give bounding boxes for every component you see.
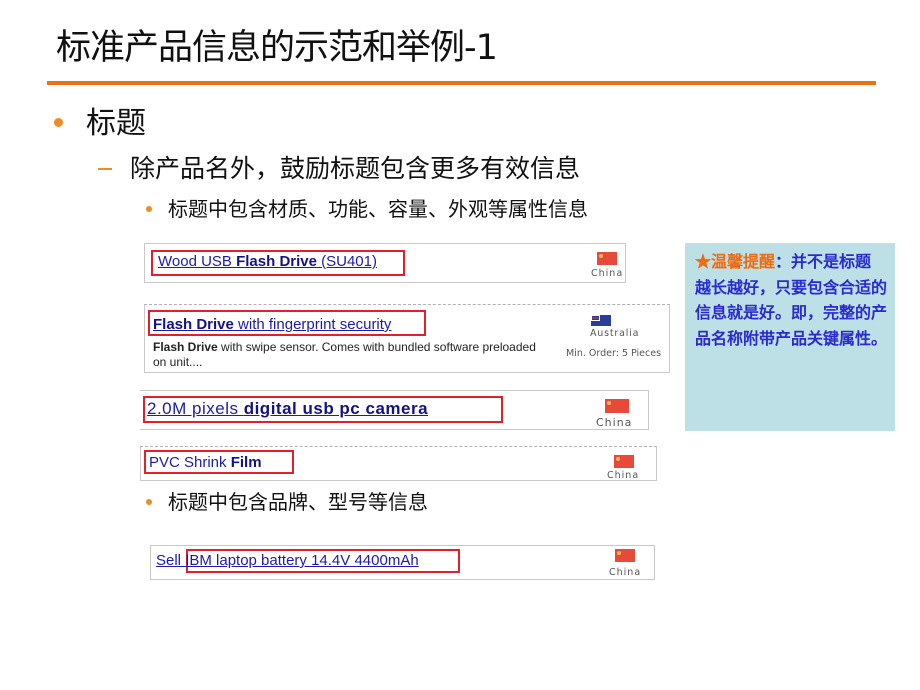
country-label: China bbox=[591, 268, 624, 279]
china-flag-icon bbox=[615, 549, 635, 562]
listing-title-link[interactable]: Flash Drive with fingerprint security bbox=[153, 316, 391, 333]
bullet-text: 标题 bbox=[86, 106, 146, 141]
title-divider bbox=[47, 81, 876, 85]
listing-title-link[interactable]: 2.0M pixels digital usb pc camera bbox=[147, 399, 428, 419]
australia-flag-icon bbox=[591, 315, 611, 326]
slide-title: 标准产品信息的示范和举例-1 bbox=[56, 28, 498, 68]
listing-title-link[interactable]: Wood USB Flash Drive (SU401) bbox=[158, 253, 377, 270]
title-prefix: Sell bbox=[156, 552, 186, 569]
listing-title-link[interactable]: PVC Shrink Film bbox=[149, 454, 262, 471]
title-keyword: Flash Drive bbox=[153, 316, 234, 333]
title-part: Wood USB bbox=[158, 253, 237, 270]
example-listing-camera: 2.0M pixels digital usb pc camera China bbox=[140, 390, 649, 430]
bullet-dot-icon bbox=[54, 118, 63, 127]
listing-title-link[interactable]: Sell IBM laptop battery 14.4V 4400mAh bbox=[156, 552, 419, 569]
tip-heading: 温馨提醒 bbox=[711, 252, 776, 271]
title-part: with fingerprint security bbox=[233, 316, 392, 333]
bullet-dot-icon bbox=[146, 499, 152, 505]
example-listing-fingerprint: Flash Drive with fingerprint security Fl… bbox=[144, 304, 670, 373]
dash-bullet-icon bbox=[98, 168, 112, 170]
title-part: PVC Shrink bbox=[149, 454, 231, 471]
star-icon: ★ bbox=[695, 252, 712, 271]
example-listing-pvc-film: PVC Shrink Film China bbox=[140, 446, 657, 481]
china-flag-icon bbox=[597, 252, 617, 265]
china-flag-icon bbox=[614, 455, 634, 468]
tip-callout: ★温馨提醒：并不是标题越长越好，只要包含合适的信息就是好。即，完整的产品名称附带… bbox=[685, 243, 895, 431]
title-keyword: digital usb pc camera bbox=[243, 399, 429, 418]
title-keyword: Film bbox=[230, 454, 262, 471]
country-label: China bbox=[609, 567, 642, 578]
min-order-label: Min. Order: 5 Pieces bbox=[566, 348, 662, 359]
title-highlight: IBM laptop battery 14.4V 4400mAh bbox=[185, 552, 419, 569]
china-flag-icon bbox=[605, 399, 629, 413]
country-label: China bbox=[607, 470, 640, 481]
title-keyword: Flash Drive bbox=[236, 253, 317, 270]
bullet-dot-icon bbox=[146, 206, 152, 212]
title-part: 2.0M pixels bbox=[147, 399, 244, 418]
title-part: (SU401) bbox=[316, 253, 377, 270]
country-label: China bbox=[596, 416, 633, 429]
country-label: Australia bbox=[590, 328, 640, 339]
sub-bullet-text: 除产品名外，鼓励标题包含更多有效信息 bbox=[130, 154, 581, 183]
example-listing-wood-usb: Wood USB Flash Drive (SU401) China bbox=[144, 243, 626, 283]
sub-sub-bullet-text: 标题中包含品牌、型号等信息 bbox=[168, 490, 428, 514]
sub-sub-bullet-text: 标题中包含材质、功能、容量、外观等属性信息 bbox=[168, 197, 588, 221]
example-listing-ibm-battery: Sell IBM laptop battery 14.4V 4400mAh Ch… bbox=[150, 545, 655, 580]
desc-keyword: Flash Drive bbox=[153, 340, 218, 354]
listing-description: Flash Drive with swipe sensor. Comes wit… bbox=[153, 340, 543, 370]
